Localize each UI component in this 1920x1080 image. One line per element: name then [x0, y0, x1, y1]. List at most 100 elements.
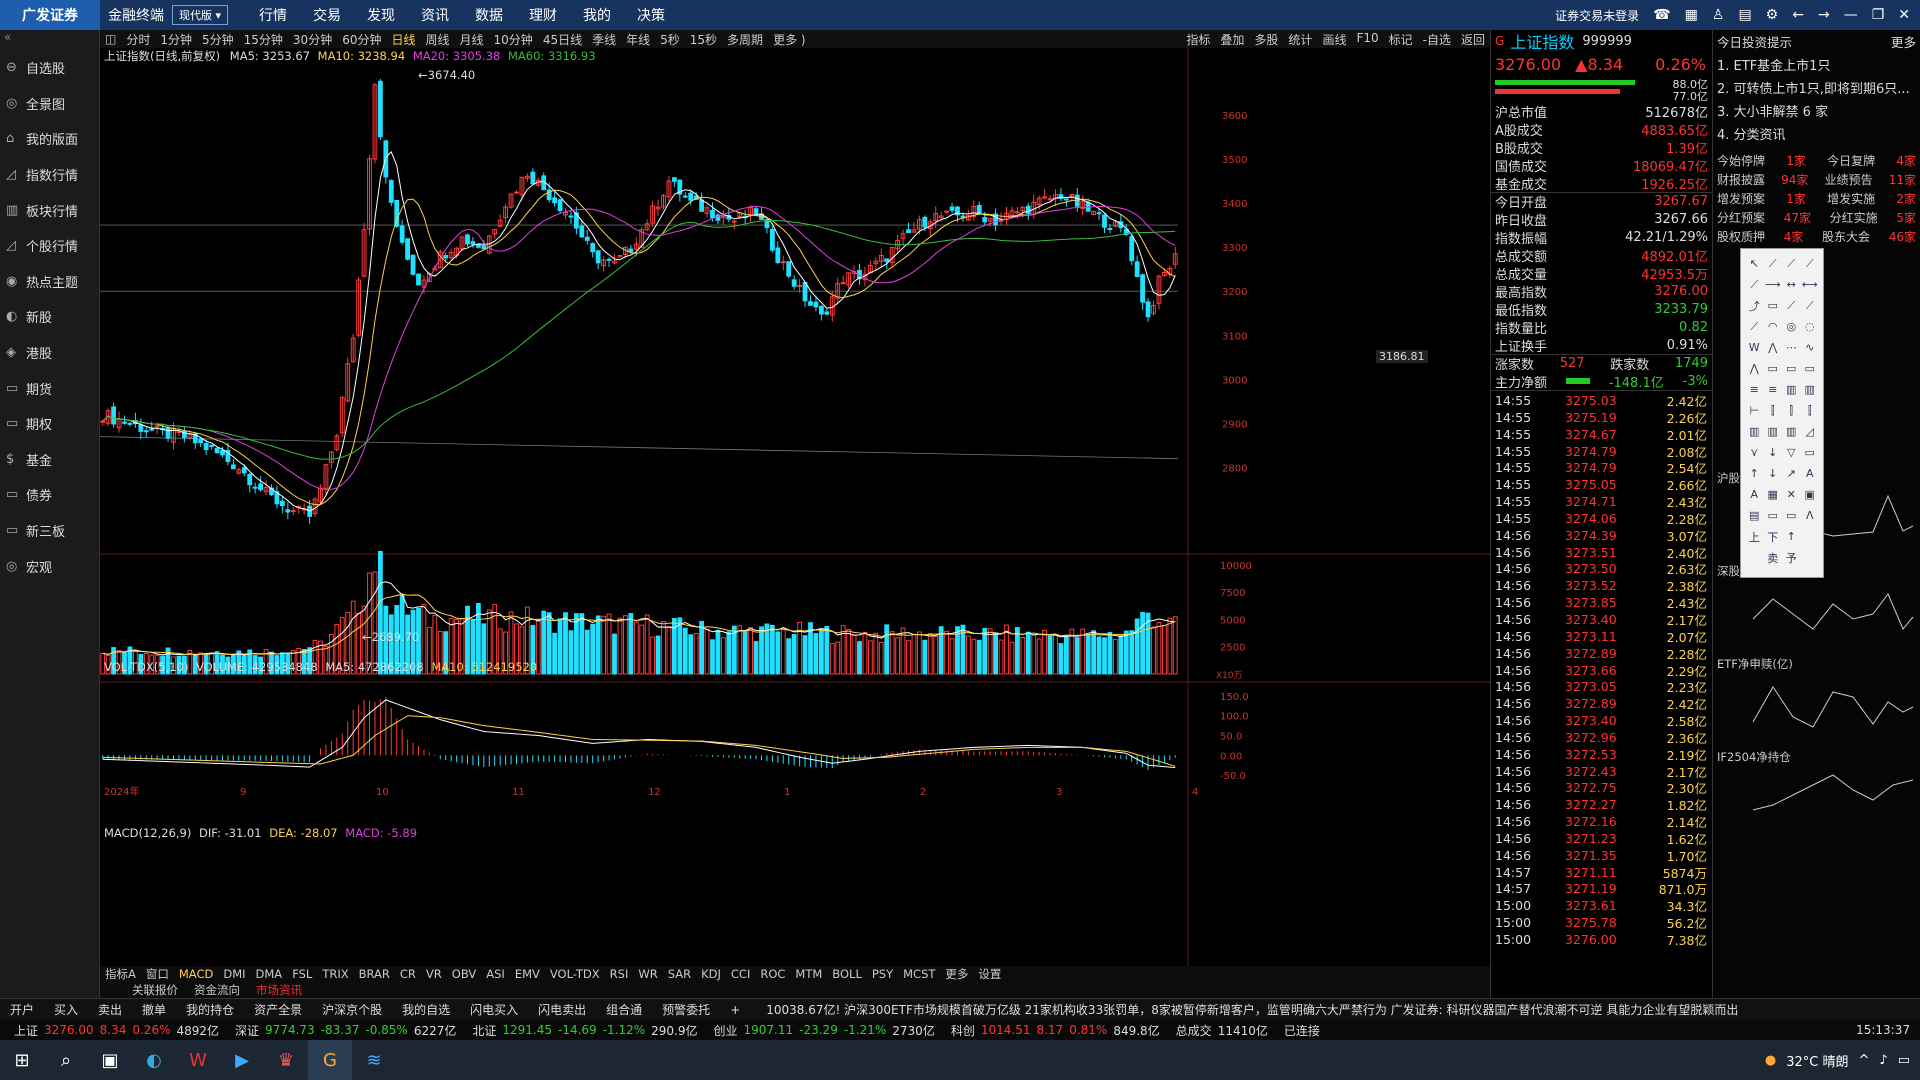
draw-tool-icon[interactable]: ⟋ — [1745, 316, 1764, 337]
draw-tool-icon[interactable]: ⊢ — [1745, 400, 1764, 421]
tool-watch[interactable]: -自选 — [1423, 31, 1451, 48]
draw-tool-icon[interactable]: ✕ — [1782, 484, 1801, 505]
note-icon[interactable]: ▤ — [1738, 7, 1751, 23]
news-ticker[interactable]: 10038.67亿! 沪深300ETF市场规模首破万亿级 21家机构收33张罚单… — [766, 1001, 1738, 1018]
settings-icon[interactable]: ⚙ — [1766, 7, 1779, 23]
ind-tab-17[interactable]: SAR — [668, 967, 691, 981]
subtab-related[interactable]: 关联报价 — [132, 982, 178, 998]
ind-tab-26[interactable]: 设置 — [978, 966, 1001, 982]
period-16[interactable]: 多周期 — [727, 31, 763, 48]
draw-tool-icon[interactable]: ▭ — [1764, 505, 1783, 526]
tool-f10[interactable]: F10 — [1356, 31, 1378, 48]
news-stat-row[interactable]: 财报披露 94家 业绩预告 11家 — [1713, 170, 1920, 189]
ind-tab-23[interactable]: PSY — [872, 967, 893, 981]
add-icon[interactable]: + — [730, 1003, 740, 1017]
draw-tool-icon[interactable]: A — [1745, 484, 1764, 505]
period-10[interactable]: 10分钟 — [494, 31, 533, 48]
tool-overlay[interactable]: 叠加 — [1220, 31, 1244, 48]
ind-tab-9[interactable]: CR — [400, 967, 416, 981]
ind-tab-3[interactable]: MACD — [179, 967, 213, 981]
draw-tool-icon[interactable]: ▭ — [1782, 505, 1801, 526]
news-more-link[interactable]: 更多 — [1891, 32, 1916, 51]
sidebar-item-neeq[interactable]: ▭ 新三板 — [0, 513, 99, 549]
sidebar-item-index[interactable]: ◿ 指数行情 — [0, 157, 99, 193]
sidebar-item-ipo[interactable]: ◐ 新股 — [0, 299, 99, 335]
draw-tool-icon[interactable]: ⟋ — [1782, 253, 1801, 274]
draw-tool-icon[interactable]: ◎ — [1782, 316, 1801, 337]
ind-tab-1[interactable]: 指标A — [105, 966, 136, 982]
ind-tab-16[interactable]: WR — [638, 967, 657, 981]
draw-tool-icon[interactable]: ▭ — [1801, 442, 1820, 463]
period-9[interactable]: 月线 — [460, 31, 484, 48]
sidebar-item-options[interactable]: ▭ 期权 — [0, 406, 99, 442]
gf-securities-icon[interactable]: G — [308, 1040, 352, 1080]
bj-label[interactable]: 北证 — [472, 1022, 496, 1039]
wps-icon[interactable]: W — [176, 1040, 220, 1080]
period-4[interactable]: 15分钟 — [244, 31, 283, 48]
period-1[interactable]: 分时 — [126, 31, 150, 48]
ind-tab-18[interactable]: KDJ — [701, 967, 721, 981]
menu-item-news[interactable]: 资讯 — [421, 5, 449, 25]
draw-tool-icon[interactable]: ⟶ — [1764, 274, 1783, 295]
sidebar-item-sector[interactable]: ▥ 板块行情 — [0, 192, 99, 228]
draw-tool-icon[interactable]: ◠ — [1764, 316, 1783, 337]
draw-tool-icon[interactable]: ↑ — [1782, 526, 1801, 547]
draw-tool-icon[interactable]: ▭ — [1801, 358, 1820, 379]
draw-tool-icon[interactable]: ▥ — [1782, 379, 1801, 400]
ind-tab-14[interactable]: VOL-TDX — [550, 967, 600, 981]
draw-tool-icon[interactable]: ≡ — [1745, 379, 1764, 400]
menu-item-wealth[interactable]: 理财 — [529, 5, 557, 25]
trade-button[interactable]: 闪电卖出 — [538, 1001, 586, 1018]
draw-tool-icon[interactable]: ⤴ — [1745, 295, 1764, 316]
draw-tool-icon[interactable]: ↓ — [1764, 463, 1783, 484]
ind-tab-10[interactable]: VR — [426, 967, 442, 981]
back-icon[interactable]: ← — [1792, 7, 1804, 23]
draw-tool-icon[interactable]: ⟋ — [1801, 295, 1820, 316]
draw-tool-icon[interactable]: ↗ — [1782, 463, 1801, 484]
sidebar-item-futures[interactable]: ▭ 期货 — [0, 370, 99, 406]
ind-tab-25[interactable]: 更多 — [945, 966, 968, 982]
trade-button[interactable]: 沪深京个股 — [322, 1001, 382, 1018]
trade-button[interactable]: 资产全景 — [254, 1001, 302, 1018]
draw-tool-icon[interactable]: ⫿ — [1801, 400, 1820, 421]
sidebar-item-hot[interactable]: ◉ 热点主题 — [0, 264, 99, 300]
period-13[interactable]: 年线 — [626, 31, 650, 48]
draw-tool-icon[interactable]: ▭ — [1764, 295, 1783, 316]
layout-icon[interactable]: ◫ — [105, 32, 116, 46]
trade-button[interactable]: 预警委托 — [662, 1001, 710, 1018]
draw-tool-icon[interactable]: ▭ — [1782, 358, 1801, 379]
trade-button[interactable]: 卖出 — [98, 1001, 122, 1018]
ind-tab-19[interactable]: CCI — [731, 967, 750, 981]
news-stat-row[interactable]: 增发预案 1家 增发实施 2家 — [1713, 189, 1920, 208]
sidebar-item-stock[interactable]: ◿ 个股行情 — [0, 228, 99, 264]
draw-tool-icon[interactable]: ≡ — [1764, 379, 1783, 400]
shirt-icon[interactable]: ♙ — [1712, 7, 1725, 23]
task-view-icon[interactable]: ▣ — [88, 1040, 132, 1080]
period-17[interactable]: 更多 ) — [773, 31, 806, 48]
menu-item-data[interactable]: 数据 — [475, 5, 503, 25]
draw-tool-icon[interactable]: ▦ — [1764, 484, 1783, 505]
forward-icon[interactable]: → — [1818, 7, 1830, 23]
sidebar-item-watchlist[interactable]: ⊖ 自选股 — [0, 50, 99, 86]
draw-tool-icon[interactable]: 下 — [1764, 526, 1783, 547]
weather-icon[interactable]: ● — [1765, 1053, 1776, 1068]
draw-tool-icon[interactable]: ↔ — [1782, 274, 1801, 295]
trade-button[interactable]: 闪电买入 — [470, 1001, 518, 1018]
minimize-icon[interactable]: — — [1844, 7, 1858, 23]
close-icon[interactable]: ✕ — [1898, 7, 1910, 23]
cy-label[interactable]: 创业 — [714, 1022, 738, 1039]
tick-list[interactable]: 14:55 3275.03 2.42亿 14:55 3275.19 2.26亿 14:55 3… — [1491, 390, 1712, 948]
weather-text[interactable]: 32°C 晴朗 — [1786, 1051, 1848, 1070]
app-blue-icon[interactable]: ▶ — [220, 1040, 264, 1080]
draw-tool-icon[interactable]: ▽ — [1782, 442, 1801, 463]
sidebar-item-fund[interactable]: $ 基金 — [0, 442, 99, 478]
trade-button[interactable]: 我的持仓 — [186, 1001, 234, 1018]
trade-button[interactable]: 组合通 — [606, 1001, 642, 1018]
ind-tab-13[interactable]: EMV — [515, 967, 540, 981]
ind-tab-15[interactable]: RSI — [610, 967, 629, 981]
tool-back[interactable]: 返回 — [1461, 31, 1485, 48]
calculator-icon[interactable]: ▦ — [1685, 7, 1698, 23]
news-stat-row[interactable]: 今始停牌 1家 今日复牌 4家 — [1713, 151, 1920, 170]
search-icon[interactable]: ⌕ — [44, 1040, 88, 1080]
draw-tool-icon[interactable]: 予 — [1782, 547, 1801, 568]
